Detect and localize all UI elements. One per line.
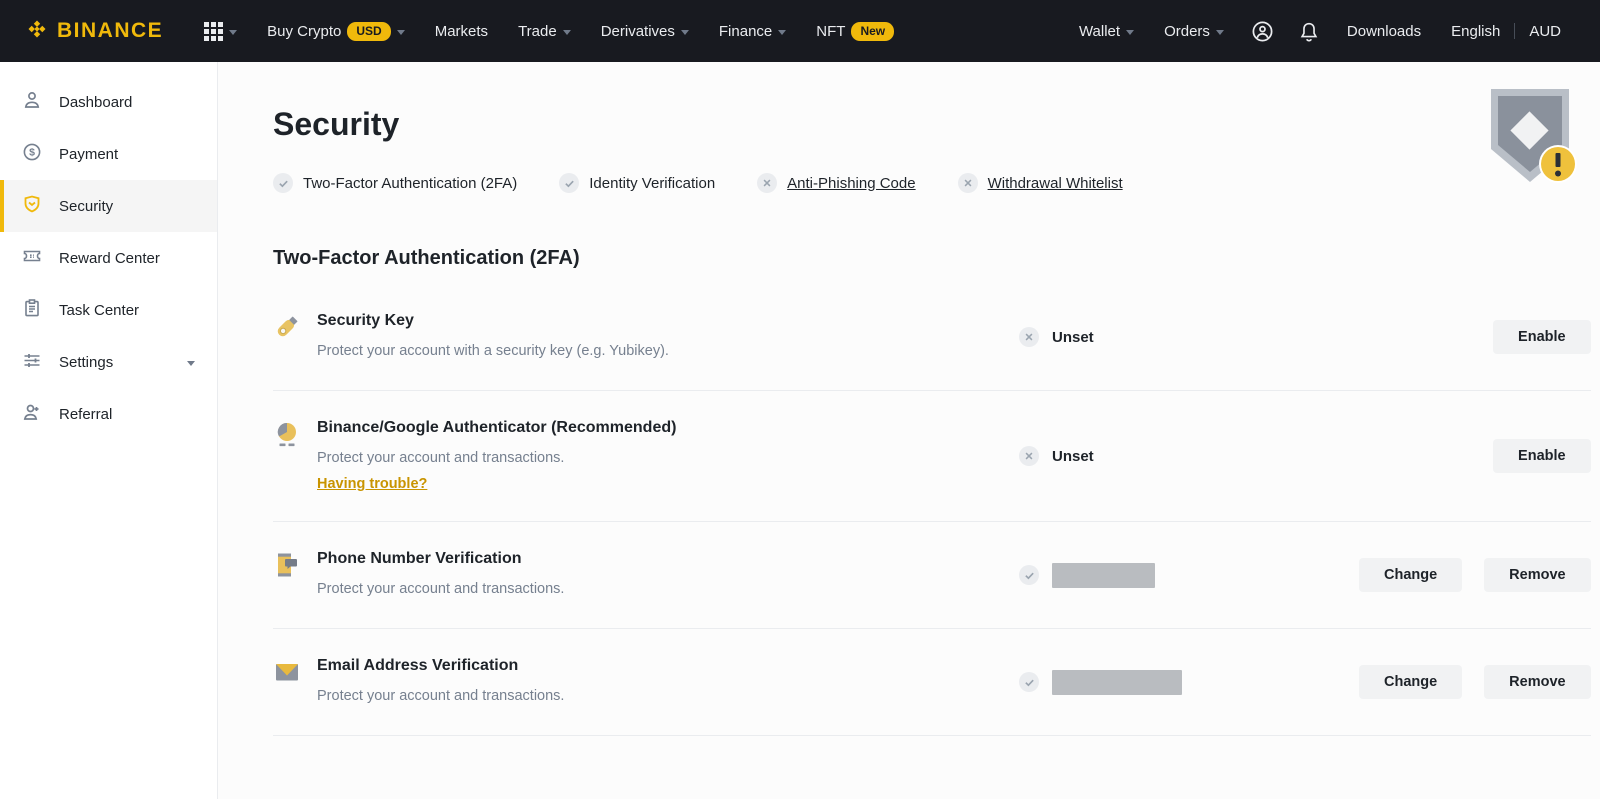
- check-icon: [273, 173, 293, 193]
- row-description: Protect your account with a security key…: [317, 341, 669, 362]
- svg-text:$: $: [29, 147, 35, 159]
- authenticator-row: Binance/Google Authenticator (Recommende…: [273, 391, 1591, 522]
- security-status-row: Two-Factor Authentication (2FA) Identity…: [273, 173, 1591, 193]
- ticket-icon: [22, 246, 42, 270]
- language-selector[interactable]: English: [1451, 23, 1500, 40]
- enable-authenticator-button[interactable]: Enable: [1493, 439, 1591, 473]
- security-key-row: Security Key Protect your account with a…: [273, 284, 1591, 391]
- nav-item-nft[interactable]: NFT New: [816, 22, 894, 41]
- remove-phone-button[interactable]: Remove: [1484, 558, 1590, 592]
- redacted-email-address: [1052, 670, 1182, 695]
- apps-menu[interactable]: [204, 22, 237, 41]
- security-key-icon: [273, 312, 301, 346]
- chevron-down-icon: [1126, 30, 1134, 35]
- row-description: Protect your account and transactions.: [317, 686, 564, 707]
- sidebar-item-settings[interactable]: Settings: [0, 336, 217, 388]
- apps-grid-icon: [204, 22, 223, 41]
- binance-logo[interactable]: BINANCE: [24, 16, 163, 47]
- status-item-2fa[interactable]: Two-Factor Authentication (2FA): [273, 173, 517, 193]
- notifications-bell-icon[interactable]: [1298, 20, 1320, 43]
- dollar-circle-icon: $: [22, 142, 42, 166]
- usd-badge: USD: [347, 22, 390, 41]
- sidebar-item-referral[interactable]: Referral: [0, 388, 217, 440]
- nav-item-trade[interactable]: Trade: [518, 23, 571, 40]
- change-email-button[interactable]: Change: [1359, 665, 1462, 699]
- page-title: Security: [273, 106, 1591, 143]
- authenticator-icon: [273, 419, 301, 453]
- brand-name: BINANCE: [57, 19, 163, 43]
- chevron-down-icon: [563, 30, 571, 35]
- status-item-identity-verification[interactable]: Identity Verification: [559, 173, 715, 193]
- x-icon: [1019, 327, 1039, 347]
- chevron-down-icon: [681, 30, 689, 35]
- chevron-down-icon: [778, 30, 786, 35]
- status-item-anti-phishing-code[interactable]: Anti-Phishing Code: [757, 173, 915, 193]
- sidebar-item-dashboard[interactable]: Dashboard: [0, 76, 217, 128]
- sidebar-item-task-center[interactable]: Task Center: [0, 284, 217, 336]
- chevron-down-icon: [1216, 30, 1224, 35]
- nav-item-wallet[interactable]: Wallet: [1079, 23, 1134, 40]
- remove-email-button[interactable]: Remove: [1484, 665, 1590, 699]
- phone-verification-row: Phone Number Verification Protect your a…: [273, 522, 1591, 629]
- shield-icon: [22, 194, 42, 218]
- nav-item-orders[interactable]: Orders: [1164, 23, 1224, 40]
- binance-logo-icon: [24, 16, 50, 47]
- chevron-down-icon: [229, 30, 237, 35]
- user-icon: [22, 90, 42, 114]
- email-icon: [273, 657, 301, 691]
- new-badge: New: [851, 22, 894, 41]
- clipboard-icon: [22, 298, 42, 322]
- currency-selector[interactable]: AUD: [1529, 23, 1561, 40]
- nav-item-finance[interactable]: Finance: [719, 23, 786, 40]
- sidebar: Dashboard $ Payment Security: [0, 62, 218, 799]
- sidebar-item-payment[interactable]: $ Payment: [0, 128, 217, 180]
- row-title: Phone Number Verification: [317, 550, 564, 568]
- phone-icon: [273, 550, 301, 584]
- phone-verification-status: [1019, 563, 1359, 588]
- row-title: Email Address Verification: [317, 657, 564, 675]
- main-content: Security Two-Factor Authentication (2FA)…: [218, 62, 1600, 799]
- top-navbar: BINANCE Buy Crypto USD Markets Trade Der…: [0, 0, 1600, 62]
- row-title: Security Key: [317, 312, 669, 330]
- authenticator-status: Unset: [1019, 446, 1359, 466]
- having-trouble-link[interactable]: Having trouble?: [317, 476, 427, 492]
- x-icon: [757, 173, 777, 193]
- change-phone-button[interactable]: Change: [1359, 558, 1462, 592]
- user-plus-icon: [22, 402, 42, 426]
- security-key-status: Unset: [1019, 327, 1359, 347]
- sidebar-item-reward-center[interactable]: Reward Center: [0, 232, 217, 284]
- row-description: Protect your account and transactions.: [317, 448, 676, 469]
- check-icon: [1019, 672, 1039, 692]
- nav-item-derivatives[interactable]: Derivatives: [601, 23, 689, 40]
- profile-icon[interactable]: [1251, 20, 1274, 43]
- row-description: Protect your account and transactions.: [317, 579, 564, 600]
- divider: [1514, 23, 1515, 39]
- x-icon: [958, 173, 978, 193]
- sliders-icon: [22, 350, 42, 374]
- nav-item-markets[interactable]: Markets: [435, 23, 488, 40]
- sidebar-item-security[interactable]: Security: [0, 180, 217, 232]
- chevron-down-icon: [397, 30, 405, 35]
- chevron-down-icon: [187, 361, 195, 366]
- check-icon: [559, 173, 579, 193]
- email-verification-row: Email Address Verification Protect your …: [273, 629, 1591, 736]
- check-icon: [1019, 565, 1039, 585]
- section-title-2fa: Two-Factor Authentication (2FA): [273, 247, 1591, 270]
- nav-item-downloads[interactable]: Downloads: [1347, 23, 1421, 40]
- x-icon: [1019, 446, 1039, 466]
- security-level-shield-icon: [1483, 85, 1577, 192]
- status-item-withdrawal-whitelist[interactable]: Withdrawal Whitelist: [958, 173, 1123, 193]
- status-label: Unset: [1052, 329, 1094, 346]
- status-label: Unset: [1052, 448, 1094, 465]
- nav-item-buy-crypto[interactable]: Buy Crypto USD: [267, 22, 405, 41]
- redacted-phone-number: [1052, 563, 1155, 588]
- row-title: Binance/Google Authenticator (Recommende…: [317, 419, 676, 437]
- email-verification-status: [1019, 670, 1359, 695]
- enable-security-key-button[interactable]: Enable: [1493, 320, 1591, 354]
